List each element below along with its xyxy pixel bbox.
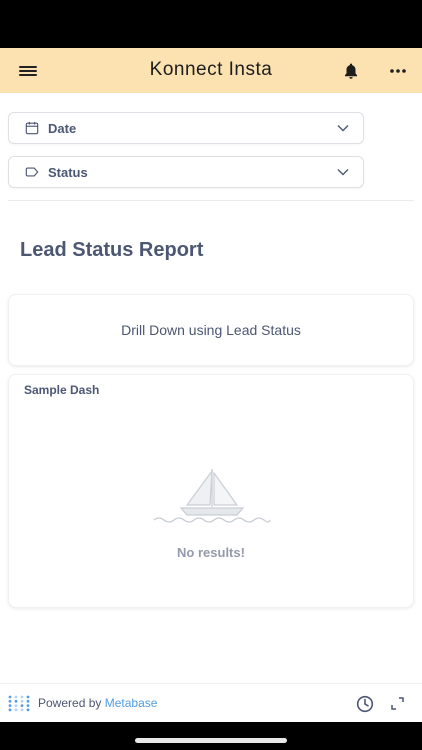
status-filter-label: Status: [48, 165, 88, 180]
metabase-brand-link[interactable]: Metabase: [105, 696, 158, 710]
device-status-bar: [0, 0, 422, 48]
text-card: Drill Down using Lead Status: [8, 294, 414, 366]
date-filter[interactable]: Date: [8, 112, 364, 144]
home-indicator[interactable]: [135, 738, 287, 743]
powered-by-label[interactable]: Powered by Metabase: [38, 696, 157, 710]
device-home-area: [0, 722, 422, 750]
report-title: Lead Status Report: [20, 239, 204, 261]
app-header: Konnect Insta: [0, 48, 422, 93]
dashboard-content: Date Status Lead Status Report Drill Dow…: [0, 93, 422, 683]
clock-icon[interactable]: [356, 695, 374, 713]
status-filter[interactable]: Status: [8, 156, 364, 188]
sailboat-icon: [153, 469, 271, 523]
bell-icon[interactable]: [342, 61, 360, 81]
powered-by-prefix: Powered by: [38, 696, 102, 710]
more-horizontal-icon[interactable]: [389, 62, 407, 80]
empty-state-text: No results!: [177, 545, 245, 560]
embed-footer: Powered by Metabase: [0, 683, 422, 722]
metabase-logo-icon: [8, 695, 30, 712]
chevron-down-icon: [337, 169, 349, 176]
chevron-down-icon: [337, 125, 349, 132]
fullscreen-expand-icon[interactable]: [391, 697, 404, 710]
calendar-icon: [25, 121, 39, 135]
question-card[interactable]: Sample Dash No results!: [8, 374, 414, 608]
text-card-content: Drill Down using Lead Status: [121, 322, 301, 338]
date-filter-label: Date: [48, 121, 77, 136]
tag-icon: [25, 167, 39, 177]
question-card-title[interactable]: Sample Dash: [24, 383, 99, 397]
filter-divider: [8, 200, 414, 201]
